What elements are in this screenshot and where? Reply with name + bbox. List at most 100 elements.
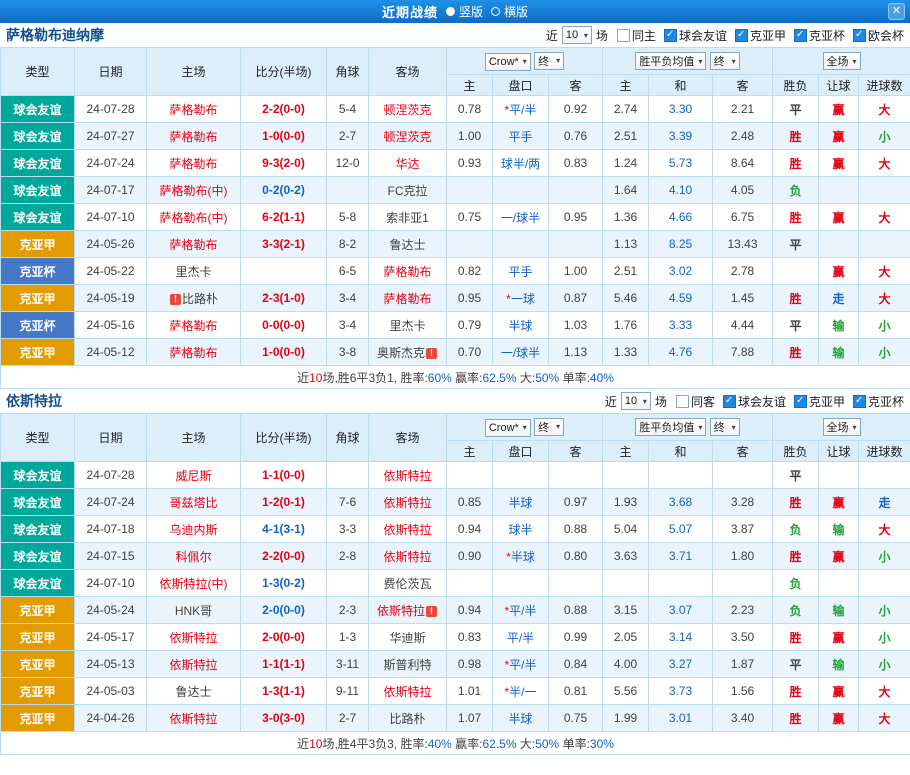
away-team-name[interactable]: 顿涅茨克 <box>383 103 431 117</box>
home-team-name-cell: 里杰卡 <box>147 258 241 285</box>
filter-league-friendly[interactable]: 球会友谊 <box>664 27 727 44</box>
away-team-name-cell: 里杰卡 <box>369 312 447 339</box>
away-team-name[interactable]: 顿涅茨克 <box>383 130 431 144</box>
home-team-name[interactable]: 萨格勒布 <box>169 103 217 117</box>
away-team-name[interactable]: 里杰卡 <box>389 319 425 333</box>
away-team-name[interactable]: 华达 <box>395 157 419 171</box>
col-score: 比分(半场) <box>241 48 327 96</box>
wdl-select[interactable]: 胜平负均值▾ <box>635 418 706 436</box>
away-team-name[interactable]: 比路朴 <box>389 712 425 726</box>
match-score: 4-1(3-1) <box>241 516 327 543</box>
away-team-name[interactable]: 斯普利特 <box>383 658 431 672</box>
away-team-name[interactable]: 依斯特拉 <box>383 469 431 483</box>
home-team-name[interactable]: 萨格勒布 <box>169 157 217 171</box>
home-team-name[interactable]: 萨格勒布 <box>169 130 217 144</box>
filter-league-kyj[interactable]: 克亚甲 <box>794 393 845 410</box>
match-count-select[interactable]: 10▾ <box>621 392 651 410</box>
home-team-name[interactable]: 依斯特拉 <box>169 658 217 672</box>
home-team-name[interactable]: 鲁达士 <box>175 685 211 699</box>
col-home: 主场 <box>147 48 241 96</box>
home-team-name[interactable]: 比路朴 <box>182 292 218 306</box>
filter-league-friendly[interactable]: 球会友谊 <box>723 393 786 410</box>
filter-same-venue[interactable]: 同主 <box>617 27 656 44</box>
odds-away-value <box>549 177 603 204</box>
home-team-name[interactable]: 萨格勒布(中) <box>160 184 228 198</box>
checkbox-checked-icon[interactable] <box>794 29 807 42</box>
away-team-name[interactable]: 萨格勒布 <box>383 265 431 279</box>
home-team-name[interactable]: 科佩尔 <box>175 550 211 564</box>
filter-league-ohb[interactable]: 欧会杯 <box>853 27 904 44</box>
away-team-name[interactable]: 索非亚1 <box>386 211 429 225</box>
summary-text: 62.5% <box>483 737 517 751</box>
filter-same-venue[interactable]: 同客 <box>676 393 715 410</box>
home-team-name[interactable]: 依斯特拉(中) <box>160 577 228 591</box>
home-team-name[interactable]: 威尼斯 <box>175 469 211 483</box>
summary-text: 大: <box>517 371 536 385</box>
team-name[interactable]: 依斯特拉 <box>6 391 62 411</box>
away-team-name[interactable]: 依斯特拉 <box>383 550 431 564</box>
scope-select[interactable]: 全场▾ <box>823 418 861 436</box>
col-result: 胜负 <box>773 75 819 96</box>
checkbox-checked-icon[interactable] <box>853 395 866 408</box>
scope-select[interactable]: 全场▾ <box>823 52 861 70</box>
checkbox-checked-icon[interactable] <box>723 395 736 408</box>
match-date: 24-05-03 <box>75 678 147 705</box>
checkbox-unchecked-icon[interactable] <box>676 395 689 408</box>
away-team-name[interactable]: 萨格勒布 <box>383 292 431 306</box>
vertical-radio-icon[interactable] <box>446 7 455 16</box>
checkbox-checked-icon[interactable] <box>664 29 677 42</box>
filter-league-kyj[interactable]: 克亚甲 <box>735 27 786 44</box>
home-team-name[interactable]: 哥兹塔比 <box>169 496 217 510</box>
away-team-name[interactable]: 依斯特拉 <box>377 604 425 618</box>
vertical-layout-option[interactable]: 竖版 <box>459 3 483 20</box>
odds-final-select[interactable]: 终▾ <box>534 52 564 70</box>
handicap-result-value <box>819 462 859 489</box>
home-team-name[interactable]: 里杰卡 <box>175 265 211 279</box>
away-team-name[interactable]: 华迪斯 <box>389 631 425 645</box>
home-team-name[interactable]: 萨格勒布 <box>169 346 217 360</box>
home-team-name[interactable]: 萨格勒布(中) <box>160 211 228 225</box>
horizontal-radio-icon[interactable] <box>491 7 500 16</box>
match-type-badge: 球会友谊 <box>1 489 75 516</box>
col-wdl-home: 主 <box>603 75 649 96</box>
corner-count: 3-11 <box>327 651 369 678</box>
home-team-name[interactable]: HNK哥 <box>175 604 212 618</box>
bookmaker-select[interactable]: Crow*▾ <box>485 53 531 71</box>
match-count-select[interactable]: 10▾ <box>562 26 592 44</box>
away-team-name[interactable]: 鲁达士 <box>389 238 425 252</box>
home-team-name[interactable]: 依斯特拉 <box>169 712 217 726</box>
match-row: 球会友谊24-07-24哥兹塔比1-2(0-1)7-6依斯特拉0.85半球0.9… <box>1 489 910 516</box>
handicap-text: 平/半 <box>509 604 536 618</box>
away-team-name[interactable]: 奥斯杰克 <box>377 346 425 360</box>
away-team-name[interactable]: 费伦茨瓦 <box>383 577 431 591</box>
handicap-text: 球半 <box>508 523 532 537</box>
wdl-select[interactable]: 胜平负均值▾ <box>635 52 706 70</box>
wdl-final-select[interactable]: 终▾ <box>710 52 740 70</box>
bookmaker-select[interactable]: Crow*▾ <box>485 419 531 437</box>
checkbox-checked-icon[interactable] <box>853 29 866 42</box>
horizontal-layout-option[interactable]: 横版 <box>504 3 528 20</box>
match-date: 24-05-13 <box>75 651 147 678</box>
wdl-final-select[interactable]: 终▾ <box>710 418 740 436</box>
away-team-name-cell: 萨格勒布 <box>369 258 447 285</box>
close-button[interactable]: ✕ <box>888 3 905 20</box>
away-team-name[interactable]: 依斯特拉 <box>383 523 431 537</box>
odds-handicap: 球半 <box>493 516 549 543</box>
away-team-name[interactable]: FC克拉 <box>388 184 428 198</box>
checkbox-unchecked-icon[interactable] <box>617 29 630 42</box>
away-team-name[interactable]: 依斯特拉 <box>383 685 431 699</box>
filter-label: 克亚甲 <box>809 393 845 410</box>
home-team-name[interactable]: 萨格勒布 <box>169 238 217 252</box>
match-date: 24-05-16 <box>75 312 147 339</box>
filter-league-kyb[interactable]: 克亚杯 <box>853 393 904 410</box>
checkbox-checked-icon[interactable] <box>794 395 807 408</box>
team-name[interactable]: 萨格勒布迪纳摩 <box>6 25 104 45</box>
checkbox-checked-icon[interactable] <box>735 29 748 42</box>
home-team-name[interactable]: 萨格勒布 <box>169 319 217 333</box>
match-score: 1-1(0-0) <box>241 462 327 489</box>
away-team-name[interactable]: 依斯特拉 <box>383 496 431 510</box>
home-team-name[interactable]: 依斯特拉 <box>169 631 217 645</box>
home-team-name[interactable]: 乌迪内斯 <box>169 523 217 537</box>
filter-league-kyb[interactable]: 克亚杯 <box>794 27 845 44</box>
odds-final-select[interactable]: 终▾ <box>534 418 564 436</box>
